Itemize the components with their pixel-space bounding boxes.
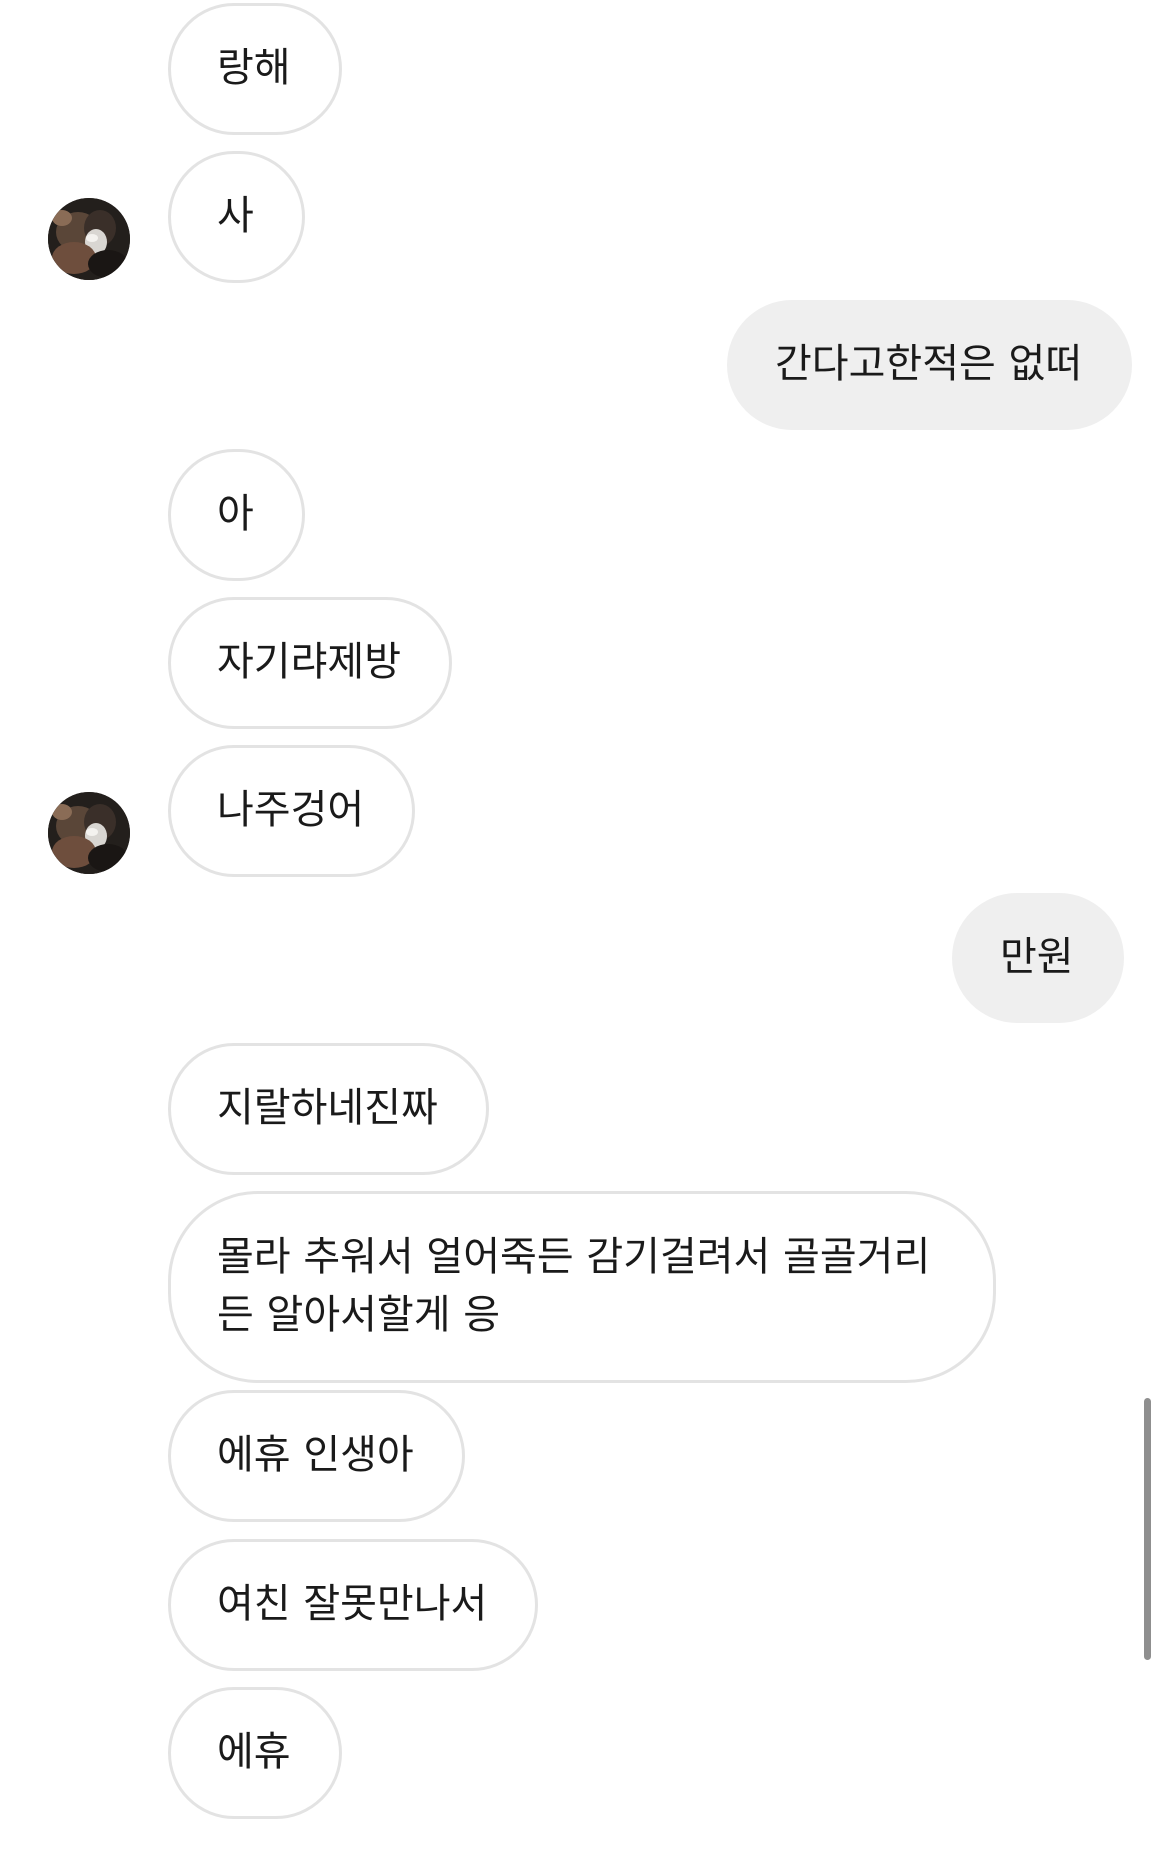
message-bubble-incoming[interactable]: 지랄하네진짜 bbox=[168, 1043, 489, 1175]
message-bubble-incoming[interactable]: 랑해 bbox=[168, 3, 342, 135]
message-bubble-incoming[interactable]: 자기랴제방 bbox=[168, 597, 452, 729]
profile-photo-icon bbox=[48, 792, 130, 874]
message-bubble-incoming[interactable]: 여친 잘못만나서 bbox=[168, 1539, 539, 1671]
message-bubble-incoming[interactable]: 아 bbox=[168, 449, 305, 581]
message-bubble-outgoing[interactable]: 만원 bbox=[952, 893, 1124, 1023]
message-bubble-incoming[interactable]: 에휴 bbox=[168, 1687, 342, 1819]
message-bubble-incoming[interactable]: 사 bbox=[168, 151, 305, 283]
chat-thread: 랑해 사 간다고한적은 없떠 아 자기랴제방 나주겅어 만원 지랄하네진짜 몰라… bbox=[0, 0, 1170, 1852]
profile-photo-icon bbox=[48, 198, 130, 280]
scrollbar[interactable] bbox=[1144, 1398, 1151, 1660]
message-bubble-incoming[interactable]: 몰라 추워서 얼어죽든 감기걸려서 골골거리든 알아서할게 응 bbox=[168, 1191, 996, 1383]
avatar[interactable] bbox=[48, 792, 130, 874]
message-bubble-outgoing[interactable]: 간다고한적은 없떠 bbox=[727, 300, 1133, 430]
message-bubble-incoming[interactable]: 에휴 인생아 bbox=[168, 1390, 465, 1522]
avatar[interactable] bbox=[48, 198, 130, 280]
message-bubble-incoming[interactable]: 나주겅어 bbox=[168, 745, 416, 877]
